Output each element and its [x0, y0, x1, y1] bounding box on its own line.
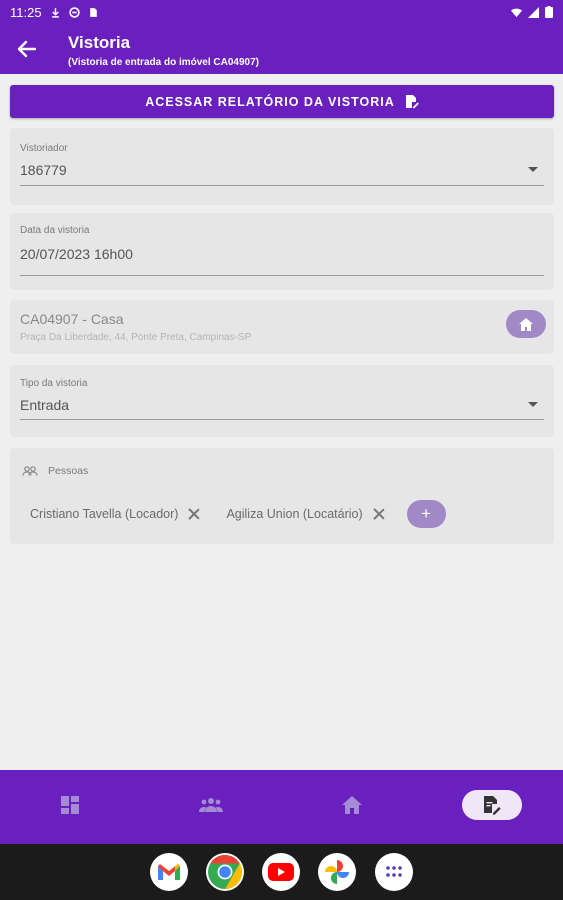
nav-people[interactable] [181, 790, 241, 820]
gmail-icon [158, 864, 180, 880]
person-chip: Agiliza Union (Locatário) [226, 507, 384, 521]
person-chip: Cristiano Tavella (Locador) [30, 507, 200, 521]
inspection-type-label: Tipo da vistoria [20, 378, 88, 389]
property-title: CA04907 - Casa [20, 311, 124, 327]
photos-icon [325, 860, 349, 884]
document-edit-icon [484, 796, 501, 815]
home-icon [342, 796, 362, 814]
property-home-button[interactable] [506, 310, 546, 338]
wifi-icon [511, 8, 522, 17]
plus-icon: + [421, 504, 432, 523]
person-chip-label: Cristiano Tavella (Locador) [30, 507, 179, 521]
inspector-card: Vistoriador 186779 [10, 128, 554, 205]
chrome-app[interactable] [206, 853, 244, 891]
arrow-left-icon [17, 40, 37, 58]
youtube-icon [268, 863, 294, 881]
app-drawer-icon [386, 866, 402, 877]
inspector-label: Vistoriador [20, 143, 68, 154]
dashboard-icon [61, 796, 79, 814]
property-address: Praça Da Liberdade, 44, Ponte Preta, Cam… [20, 332, 252, 343]
access-report-label: ACESSAR RELATÓRIO DA VISTORIA [145, 94, 395, 109]
gmail-app[interactable] [150, 853, 188, 891]
date-label: Data da vistoria [20, 225, 90, 236]
people-card: Pessoas Cristiano Tavella (Locador) Agil… [10, 448, 554, 544]
people-chips: Cristiano Tavella (Locador) Agiliza Unio… [30, 500, 446, 528]
person-chip-label: Agiliza Union (Locatário) [226, 507, 363, 521]
date-card: Data da vistoria 20/07/2023 16h00 [10, 213, 554, 290]
people-icon [199, 798, 223, 812]
people-icon [22, 466, 38, 476]
inspection-type-card: Tipo da vistoria Entrada [10, 365, 554, 437]
inspector-select[interactable]: 186779 [20, 162, 67, 178]
app-drawer[interactable] [375, 853, 413, 891]
add-person-button[interactable]: + [406, 500, 446, 528]
date-field[interactable]: 20/07/2023 16h00 [20, 246, 133, 262]
status-bar: 11:25 [0, 0, 563, 24]
chevron-down-icon[interactable] [528, 167, 538, 172]
photos-app[interactable] [318, 853, 356, 891]
app-bar: Vistoria (Vistoria de entrada do imóvel … [0, 24, 563, 74]
download-icon [51, 7, 59, 18]
page-title: Vistoria [68, 33, 131, 52]
close-icon[interactable] [373, 508, 385, 520]
sim-card-icon [89, 7, 97, 17]
access-report-button[interactable]: ACESSAR RELATÓRIO DA VISTORIA [10, 85, 554, 118]
inspection-type-select[interactable]: Entrada [20, 397, 69, 413]
battery-icon [545, 6, 553, 18]
page-subtitle: (Vistoria de entrada do imóvel CA04907) [68, 57, 259, 68]
youtube-app[interactable] [262, 853, 300, 891]
status-time: 11:25 [10, 4, 42, 20]
data-saver-icon [68, 6, 80, 18]
people-header: Pessoas [22, 465, 88, 477]
people-label: Pessoas [48, 465, 89, 477]
bottom-navigation [0, 770, 563, 844]
nav-dashboard[interactable] [40, 790, 100, 820]
close-icon[interactable] [188, 508, 200, 520]
chevron-down-icon[interactable] [528, 402, 538, 407]
signal-icon [528, 6, 539, 18]
inspector-underline [20, 185, 544, 186]
nav-home[interactable] [322, 790, 382, 820]
chrome-icon [208, 855, 242, 889]
home-icon [519, 317, 533, 331]
date-underline [20, 275, 544, 276]
inspection-type-underline [20, 419, 544, 420]
nav-inspection-report[interactable] [462, 790, 522, 820]
document-edit-icon [405, 95, 419, 109]
back-button[interactable] [14, 36, 40, 62]
property-card: CA04907 - Casa Praça Da Liberdade, 44, P… [10, 300, 554, 354]
system-dock [0, 844, 563, 900]
